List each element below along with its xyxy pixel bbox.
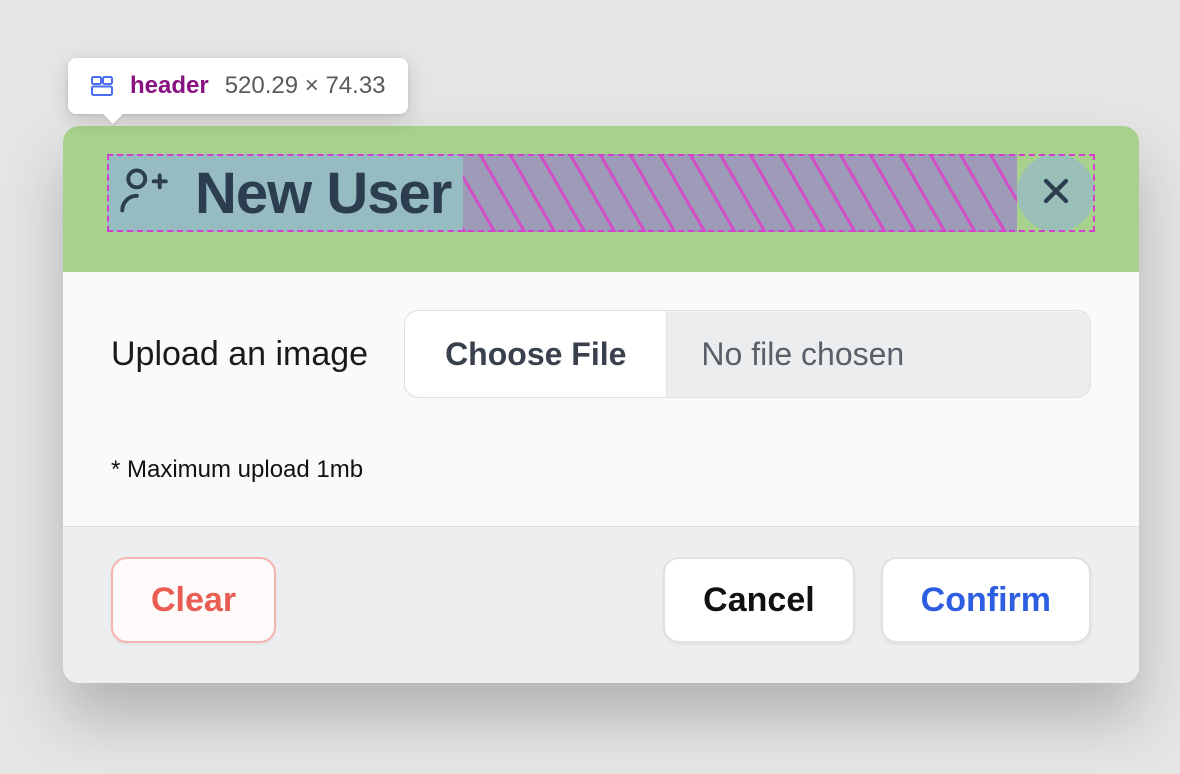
new-user-dialog: New User Upload an image Choose File No … xyxy=(63,126,1139,683)
upload-hint: * Maximum upload 1mb xyxy=(111,456,1091,484)
layout-grid-icon xyxy=(90,74,114,98)
upload-row: Upload an image Choose File No file chos… xyxy=(111,310,1091,398)
confirm-button[interactable]: Confirm xyxy=(881,557,1091,643)
file-chosen-status: No file chosen xyxy=(667,311,1090,397)
user-plus-icon xyxy=(115,162,173,225)
devtools-element-dimensions: 520.29 × 74.33 xyxy=(225,72,386,100)
devtools-element-tag: header xyxy=(130,72,209,100)
dialog-body: Upload an image Choose File No file chos… xyxy=(63,272,1139,526)
devtools-element-tooltip: header 520.29 × 74.33 xyxy=(68,58,408,114)
devtools-margin-overlay xyxy=(463,154,1017,232)
cancel-button[interactable]: Cancel xyxy=(663,557,855,643)
dialog-title: New User xyxy=(195,160,451,227)
clear-button[interactable]: Clear xyxy=(111,557,276,643)
dialog-header: New User xyxy=(107,154,1095,232)
dialog-header-highlight: New User xyxy=(63,126,1139,272)
upload-label: Upload an image xyxy=(111,335,368,374)
close-icon xyxy=(1036,171,1076,216)
dialog-header-left: New User xyxy=(107,154,463,232)
dialog-footer: Clear Cancel Confirm xyxy=(63,526,1139,683)
choose-file-button[interactable]: Choose File xyxy=(405,311,667,397)
file-input[interactable]: Choose File No file chosen xyxy=(404,310,1091,398)
dialog-close-button[interactable] xyxy=(1017,154,1095,232)
